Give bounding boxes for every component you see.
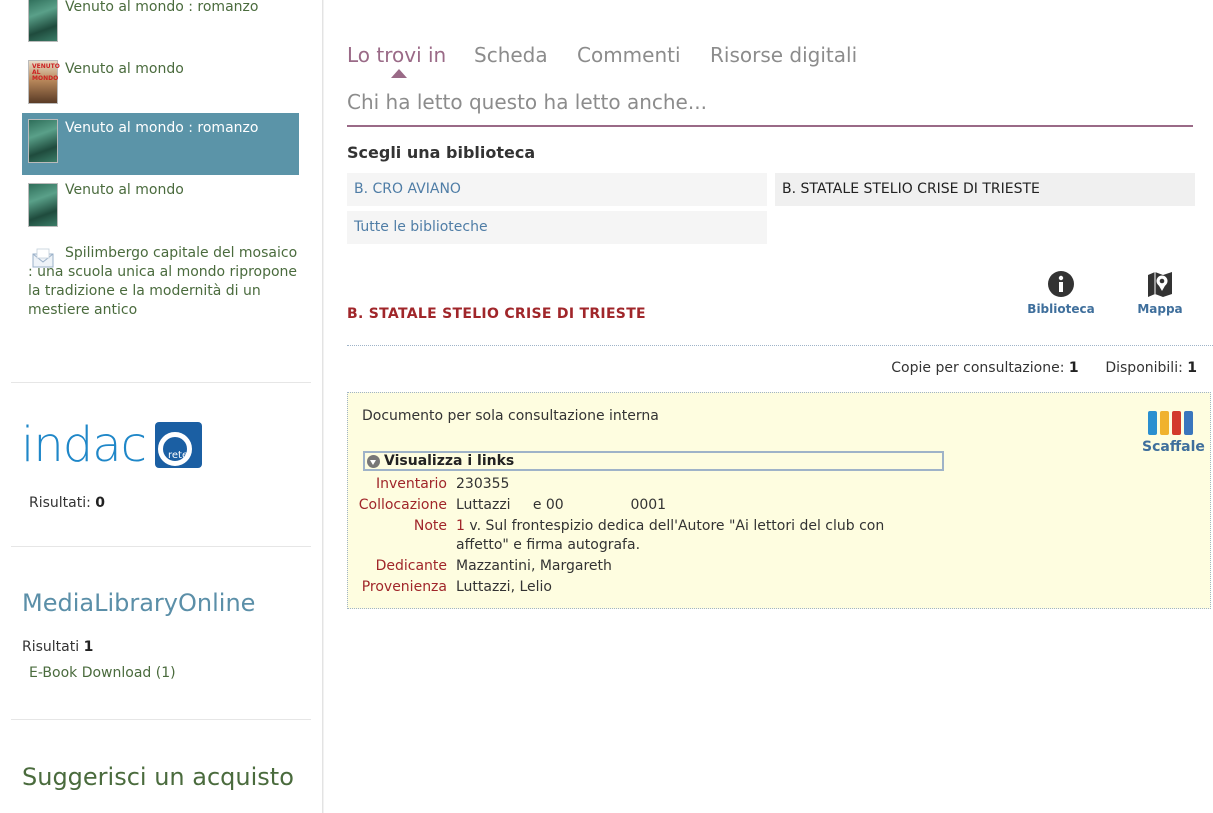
holding-description: Documento per sola consultazione interna [362,408,659,424]
related-item-title[interactable]: Venuto al mondo : romanzo [65,0,258,17]
related-item[interactable]: Venuto al mondo [22,181,299,229]
note-text: v. Sul frontespizio dedica dell'Autore "… [456,518,889,553]
detail-label: Note [413,518,447,534]
choose-library-label: Scegli una biblioteca [347,143,536,162]
copies-summary: Copie per consultazione: 1 Disponibili: … [891,360,1197,376]
related-item-selected[interactable]: Venuto al mondo : romanzo [22,113,299,175]
results-value: 1 [83,639,94,655]
holding-panel: Documento per sola consultazione interna… [347,392,1211,609]
main-content: Lo trovi in Scheda Commenti Risorse digi… [324,0,1213,813]
tab-commenti[interactable]: Commenti [577,43,681,67]
related-item[interactable]: Venuto al mondo : romanzo [22,0,299,46]
bookshelf-icon [1142,411,1198,435]
indaco-logo-text: indac [21,417,147,473]
indaco-badge-text: rete [168,450,189,461]
info-icon [1048,271,1074,297]
note-number: 1 [456,518,465,534]
divider [347,345,1213,346]
tab-chi-ha-letto[interactable]: Chi ha letto questo ha letto anche... [347,90,707,114]
copies-label: Copie per consultazione: [891,360,1065,376]
related-item[interactable]: VENUTO AL MONDO Venuto al mondo [22,60,299,106]
copies-value: 1 [1068,360,1079,376]
detail-label: Collocazione [358,497,447,513]
detail-row-note: Note 1 v. Sul frontespizio dedica dell'A… [348,517,948,557]
library-option-statale-trieste[interactable]: B. STATALE STELIO CRISE DI TRIESTE [775,173,1195,206]
related-item-title[interactable]: Venuto al mondo [65,181,184,200]
active-tab-indicator [391,69,407,78]
detail-row-provenienza: Provenienza Luttazzi, Lelio [348,578,948,599]
related-item-title[interactable]: Venuto al mondo [65,60,184,79]
detail-row-dedicante: Dedicante Mazzantini, Margareth [348,557,948,578]
detail-label: Dedicante [375,558,447,574]
indaco-badge: rete [155,422,202,468]
mappa-button[interactable]: Mappa [1130,270,1190,316]
book-cover[interactable] [28,0,58,42]
mlol-heading: MediaLibraryOnline [22,589,256,617]
map-icon [1148,272,1172,297]
detail-value: Mazzantini, Margareth [456,558,612,574]
sidebar: Venuto al mondo : romanzo VENUTO AL MOND… [0,0,323,813]
detail-label: Inventario [375,476,447,492]
detail-value: 230355 [456,476,510,492]
related-item-long-title[interactable]: Spilimbergo capitale del mosaico : una s… [28,244,298,320]
scaffale-label: Scaffale [1142,439,1205,455]
expand-icon [367,455,380,468]
scaffale-button[interactable]: Scaffale [1142,411,1205,455]
results-label: Risultati: [29,495,91,511]
indaco-ring: rete [158,432,192,466]
biblioteca-info-button[interactable]: Biblioteca [1025,270,1097,316]
biblioteca-label: Biblioteca [1027,302,1095,316]
show-links-toggle[interactable]: Visualizza i links [363,451,944,471]
divider [11,719,311,720]
detail-value: 1 v. Sul frontespizio dedica dell'Autore… [456,517,926,555]
cover-title-text: VENUTO AL MONDO [32,63,60,82]
mlol-results: Risultati 1 [22,639,93,655]
results-value: 0 [95,495,106,511]
book-cover[interactable] [28,119,58,163]
show-links-label: Visualizza i links [384,453,515,469]
tab-lo-trovi-in[interactable]: Lo trovi in [347,43,446,67]
indaco-logo[interactable]: indac rete [21,419,206,471]
detail-value: Luttazzi e 00 0001 [456,497,667,513]
tab-scheda[interactable]: Scheda [474,43,548,67]
detail-row-collocazione: Collocazione Luttazzi e 00 0001 [348,496,948,517]
divider [11,546,311,547]
holding-details: Inventario 230355 Collocazione Luttazzi … [348,475,948,599]
book-cover[interactable] [28,183,58,227]
detail-label: Provenienza [361,579,447,595]
detail-value: Luttazzi, Lelio [456,579,552,595]
available-label: Disponibili: [1105,360,1183,376]
suggest-purchase-heading[interactable]: Suggerisci un acquisto [22,763,294,791]
related-item-title[interactable]: Venuto al mondo : romanzo [65,119,258,138]
mappa-label: Mappa [1137,302,1183,316]
available-value: 1 [1187,360,1197,376]
selected-library-name: B. STATALE STELIO CRISE DI TRIESTE [347,306,646,322]
indaco-results: Risultati: 0 [29,495,105,511]
library-option-cro-aviano[interactable]: B. CRO AVIANO [347,173,767,206]
divider [11,382,311,383]
library-option-all[interactable]: Tutte le biblioteche [347,211,767,244]
results-label: Risultati [22,639,80,655]
book-cover[interactable]: VENUTO AL MONDO [28,60,60,104]
tabs-underline [347,125,1193,127]
detail-row-inventario: Inventario 230355 [348,475,948,496]
ebook-download-link[interactable]: E-Book Download (1) [29,665,176,681]
tab-risorse-digitali[interactable]: Risorse digitali [710,43,857,67]
